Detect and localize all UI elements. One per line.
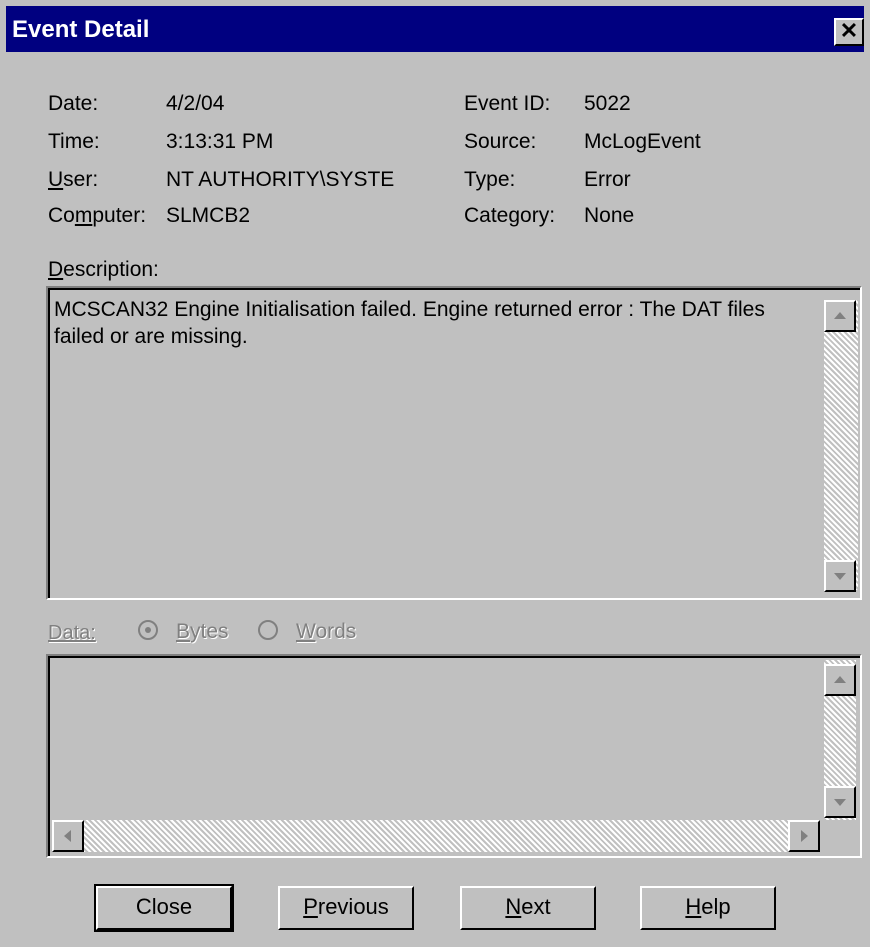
words-radio[interactable] — [258, 620, 278, 640]
previous-button[interactable]: Previous — [278, 886, 414, 930]
computer-value: SLMCB2 — [166, 204, 251, 227]
scroll-right-icon — [801, 830, 808, 842]
close-icon[interactable]: ✕ — [834, 18, 864, 46]
user-value: NT AUTHORITY\SYSTE — [166, 168, 395, 191]
scroll-left-icon — [64, 830, 71, 842]
data-scroll-down-button[interactable] — [824, 786, 856, 818]
user-label: User: — [48, 168, 99, 191]
bytes-radio[interactable] — [138, 620, 158, 640]
description-scroll-down-button[interactable] — [824, 560, 856, 592]
description-box[interactable]: MCSCAN32 Engine Initialisation failed. E… — [46, 286, 862, 600]
description-text: MCSCAN32 Engine Initialisation failed. E… — [54, 298, 765, 348]
bytes-radio-label: Bytes — [176, 620, 229, 643]
event-detail-dialog: Event Detail ✕ Date: 4/2/04 Time: 3:13:3… — [0, 0, 870, 947]
type-value: Error — [584, 168, 631, 191]
next-button[interactable]: Next — [460, 886, 596, 930]
category-value: None — [584, 204, 635, 227]
time-value: 3:13:31 PM — [166, 130, 274, 153]
window-title: Event Detail — [12, 16, 150, 43]
title-bar[interactable]: Event Detail ✕ — [6, 6, 864, 52]
category-label: Category: — [464, 204, 556, 227]
date-value: 4/2/04 — [166, 92, 225, 115]
close-button[interactable]: Close — [94, 884, 234, 932]
description-vertical-scrollbar[interactable] — [824, 300, 858, 590]
data-scroll-right-button[interactable] — [788, 820, 820, 852]
scroll-down-icon — [834, 799, 846, 806]
data-label: Data: — [48, 622, 96, 644]
type-label: Type: — [464, 168, 516, 191]
date-label: Date: — [48, 92, 99, 115]
words-radio-label: Words — [296, 620, 357, 643]
data-horizontal-scrollbar[interactable] — [52, 820, 820, 852]
data-scroll-left-button[interactable] — [52, 820, 84, 852]
help-button[interactable]: Help — [640, 886, 776, 930]
event-id-label: Event ID: — [464, 92, 551, 115]
scroll-up-icon — [834, 676, 846, 683]
event-id-value: 5022 — [584, 92, 631, 115]
scroll-down-icon — [834, 573, 846, 580]
source-label: Source: — [464, 130, 537, 153]
scroll-up-icon — [834, 312, 846, 319]
description-scroll-up-button[interactable] — [824, 300, 856, 332]
data-box[interactable] — [46, 654, 862, 858]
time-label: Time: — [48, 130, 100, 153]
computer-label: Computer: — [48, 204, 147, 227]
description-label: Description: — [48, 258, 159, 281]
data-scroll-up-button[interactable] — [824, 664, 856, 696]
source-value: McLogEvent — [584, 130, 701, 153]
